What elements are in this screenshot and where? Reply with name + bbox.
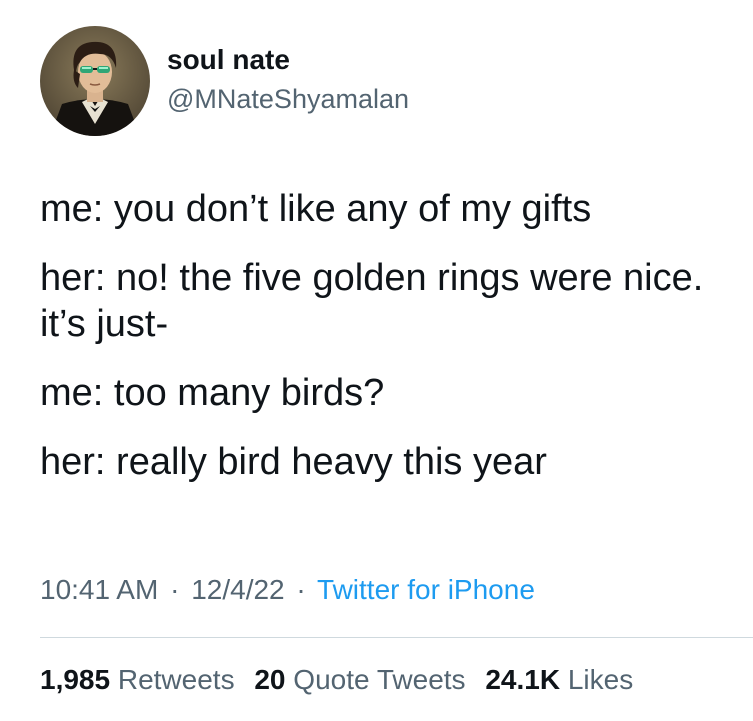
- portrait-avatar-icon: [40, 26, 150, 136]
- likes-count: 24.1K: [485, 664, 561, 695]
- quote-tweets-stat[interactable]: 20 Quote Tweets: [254, 660, 465, 700]
- tweet-source-link[interactable]: Twitter for iPhone: [317, 574, 535, 605]
- display-name[interactable]: soul nate: [167, 40, 409, 80]
- tweet-card: soul nate @MNateShyamalan me: you don’t …: [0, 0, 753, 721]
- separator-dot: ·: [296, 574, 306, 605]
- retweets-stat[interactable]: 1,985 Retweets: [40, 660, 235, 700]
- tweet-line: her: really bird heavy this year: [40, 441, 547, 483]
- tweet-date[interactable]: 12/4/22: [191, 574, 284, 605]
- tweet-text: me: you don’t like any of my gifts her: …: [40, 186, 730, 485]
- tweet-line: me: you don’t like any of my gifts: [40, 188, 592, 230]
- likes-label: Likes: [567, 664, 634, 695]
- tweet-line: her: no! the five golden rings were nice…: [40, 257, 704, 345]
- avatar[interactable]: [40, 26, 150, 136]
- tweet-line: me: too many birds?: [40, 372, 385, 414]
- divider: [40, 637, 753, 638]
- engagement-stats: 1,985 Retweets 20 Quote Tweets 24.1K Lik…: [40, 660, 633, 700]
- retweets-label: Retweets: [117, 664, 235, 695]
- tweet-time[interactable]: 10:41 AM: [40, 574, 158, 605]
- likes-stat[interactable]: 24.1K Likes: [485, 660, 633, 700]
- user-handle[interactable]: @MNateShyamalan: [167, 80, 409, 118]
- quote-tweets-count: 20: [254, 664, 286, 695]
- quote-tweets-label: Quote Tweets: [293, 664, 466, 695]
- tweet-metadata: 10:41 AM · 12/4/22 · Twitter for iPhone: [40, 570, 535, 610]
- separator-dot: ·: [170, 574, 180, 605]
- retweets-count: 1,985: [40, 664, 111, 695]
- author-block: soul nate @MNateShyamalan: [167, 40, 409, 118]
